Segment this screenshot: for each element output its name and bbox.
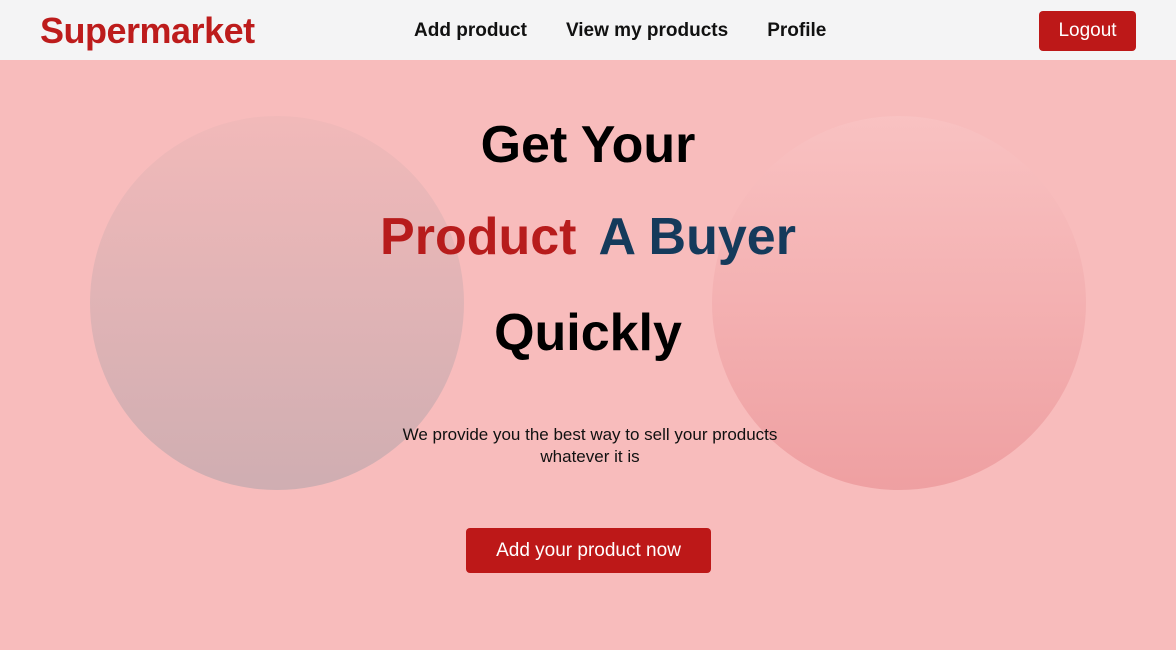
add-your-product-now-button[interactable]: Add your product now (466, 528, 711, 573)
nav-link-view-my-products[interactable]: View my products (566, 19, 728, 43)
nav-links: Add product View my products Profile (414, 19, 826, 43)
headline-word-buyer: A Buyer (598, 208, 796, 266)
headline-line-3: Quickly (494, 304, 682, 362)
nav-link-add-product[interactable]: Add product (414, 19, 527, 43)
headline-line-1: Get Your (480, 116, 696, 174)
navbar: Supermarket Add product View my products… (0, 0, 1176, 60)
headline-word-product: Product (380, 208, 577, 266)
hero-section: Get Your Product A Buyer Quickly We provi… (0, 60, 1176, 650)
hero-subtitle: We provide you the best way to sell your… (402, 425, 778, 466)
nav-link-profile[interactable]: Profile (767, 19, 826, 43)
logout-button[interactable]: Logout (1039, 11, 1136, 51)
brand-logo[interactable]: Supermarket (40, 9, 255, 53)
headline-line-2: Product A Buyer (0, 207, 1176, 267)
